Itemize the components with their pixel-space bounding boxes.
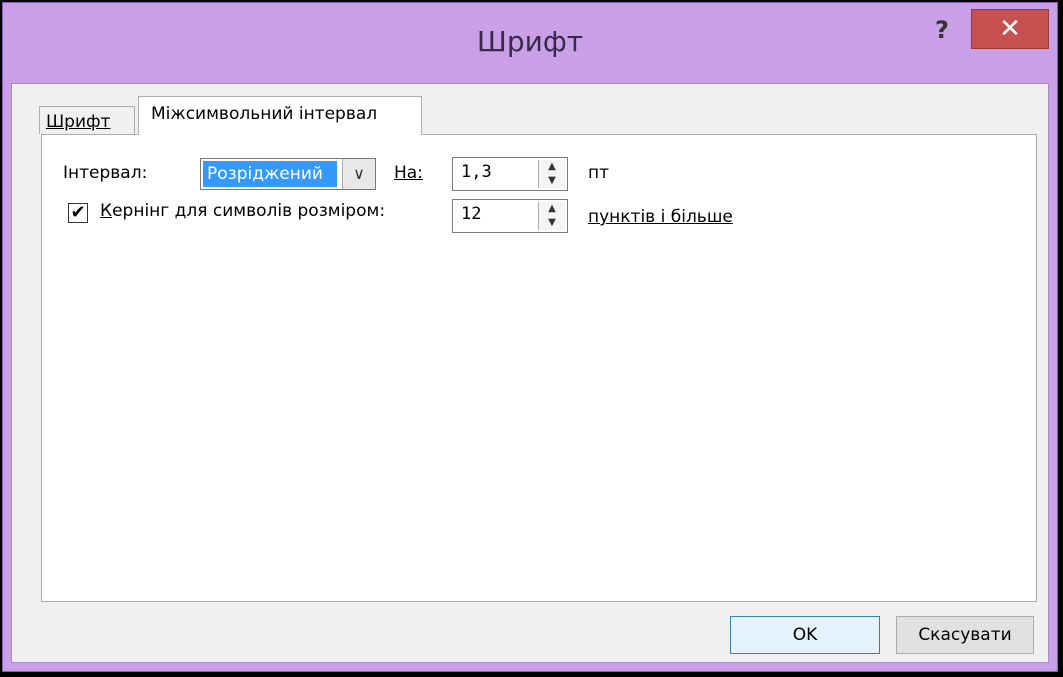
spacing-by-value[interactable]: 1,3 <box>461 162 492 182</box>
spacing-by-spin-buttons[interactable]: ▲ ▼ <box>538 160 565 188</box>
spin-up-icon[interactable]: ▲ <box>539 160 565 174</box>
spacing-by-stepper[interactable]: 1,3 ▲ ▼ <box>452 157 568 191</box>
chevron-down-icon[interactable]: ∨ <box>342 159 375 189</box>
kerning-label: Кернінг для символів розміром: <box>100 201 386 221</box>
ok-button[interactable]: OK <box>730 616 880 654</box>
spin-down-icon[interactable]: ▼ <box>539 216 565 230</box>
tab-character-spacing-label: Міжсимвольний інтервал <box>151 104 378 124</box>
tab-panel: Інтервал: Розріджений ∨ На: 1,3 ▲ ▼ пт ✔… <box>41 134 1037 602</box>
title-bar[interactable]: Шрифт ? ✕ <box>3 3 1057 83</box>
spin-up-icon[interactable]: ▲ <box>539 202 565 216</box>
spin-down-icon[interactable]: ▼ <box>539 174 565 188</box>
dialog-title: Шрифт <box>476 25 584 58</box>
kerning-size-stepper[interactable]: 12 ▲ ▼ <box>452 199 568 233</box>
kerning-size-value[interactable]: 12 <box>461 204 481 224</box>
kerning-checkbox[interactable]: ✔ <box>68 203 88 223</box>
kerning-spin-buttons[interactable]: ▲ ▼ <box>538 202 565 230</box>
spacing-select-value: Розріджений <box>203 161 337 187</box>
spacing-select[interactable]: Розріджений ∨ <box>200 158 376 190</box>
tab-character-spacing[interactable]: Міжсимвольний інтервал <box>138 96 422 135</box>
spacing-unit-label: пт <box>588 163 610 183</box>
font-dialog: Шрифт ? ✕ Шрифт Міжсимвольний інтервал І… <box>2 2 1058 672</box>
dialog-client-area: Шрифт Міжсимвольний інтервал Інтервал: Р… <box>11 83 1049 663</box>
spacing-label: Інтервал: <box>63 163 148 183</box>
close-button[interactable]: ✕ <box>971 9 1049 49</box>
kerning-suffix-label: пунктів і більше <box>588 207 733 227</box>
help-button[interactable]: ? <box>925 13 959 47</box>
cancel-button[interactable]: Скасувати <box>896 616 1034 654</box>
tab-font-label: Шрифт <box>46 112 111 132</box>
spacing-by-label: На: <box>394 163 423 183</box>
tab-font[interactable]: Шрифт <box>39 106 135 134</box>
